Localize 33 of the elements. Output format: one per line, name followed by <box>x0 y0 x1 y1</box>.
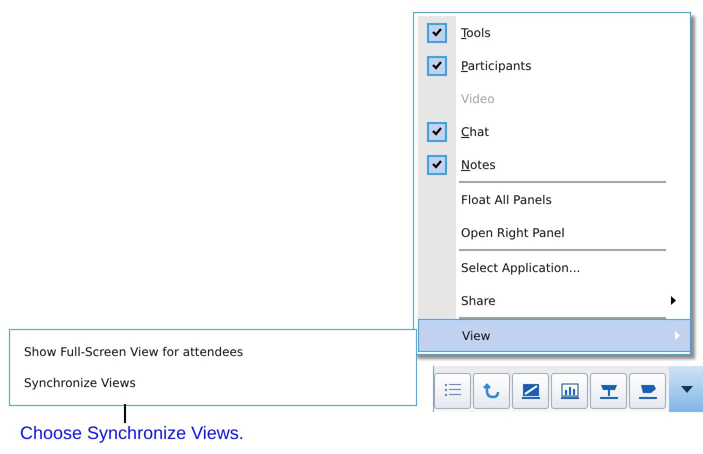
submenu-arrow-icon <box>675 331 680 340</box>
checkmark-icon <box>432 28 442 37</box>
menu-item[interactable]: Share <box>461 294 496 308</box>
whiteboard-icon <box>520 381 542 401</box>
checkbox[interactable] <box>427 154 447 174</box>
dropdown-button[interactable] <box>669 366 703 412</box>
toolbar-button[interactable] <box>512 373 549 409</box>
toolbar-button[interactable] <box>629 373 666 409</box>
menu-item[interactable]: Tools <box>461 26 491 40</box>
submenu-arrow-icon <box>671 296 676 305</box>
checkmark-icon <box>432 127 442 136</box>
menu-item[interactable]: Select Application... <box>461 260 580 274</box>
menu-item[interactable]: View <box>418 319 691 352</box>
menu-item[interactable]: Synchronize Views <box>10 368 136 399</box>
menu-item[interactable]: Open Right Panel <box>461 226 565 240</box>
toolbar-button[interactable] <box>434 373 471 409</box>
toolbar-button[interactable] <box>473 373 510 409</box>
menu-item[interactable]: Float All Panels <box>461 192 552 206</box>
checkbox[interactable] <box>427 122 447 142</box>
checkbox[interactable] <box>427 22 447 42</box>
chart-icon <box>558 381 580 401</box>
leader-line <box>124 404 126 423</box>
menu-item[interactable]: Notes <box>461 158 496 172</box>
menu-item[interactable]: Chat <box>461 124 490 138</box>
caret-icon <box>680 386 692 392</box>
checkmark-icon <box>432 160 442 169</box>
checkbox[interactable] <box>427 56 447 76</box>
menu-item[interactable]: Participants <box>461 58 532 72</box>
toolbar-button[interactable] <box>551 373 588 409</box>
menu-item[interactable]: Show Full-Screen View for attendees <box>10 337 244 368</box>
toolbar-button[interactable] <box>590 373 627 409</box>
callout-text: Choose Synchronize Views. <box>20 423 244 444</box>
checkmark-icon <box>432 61 442 70</box>
